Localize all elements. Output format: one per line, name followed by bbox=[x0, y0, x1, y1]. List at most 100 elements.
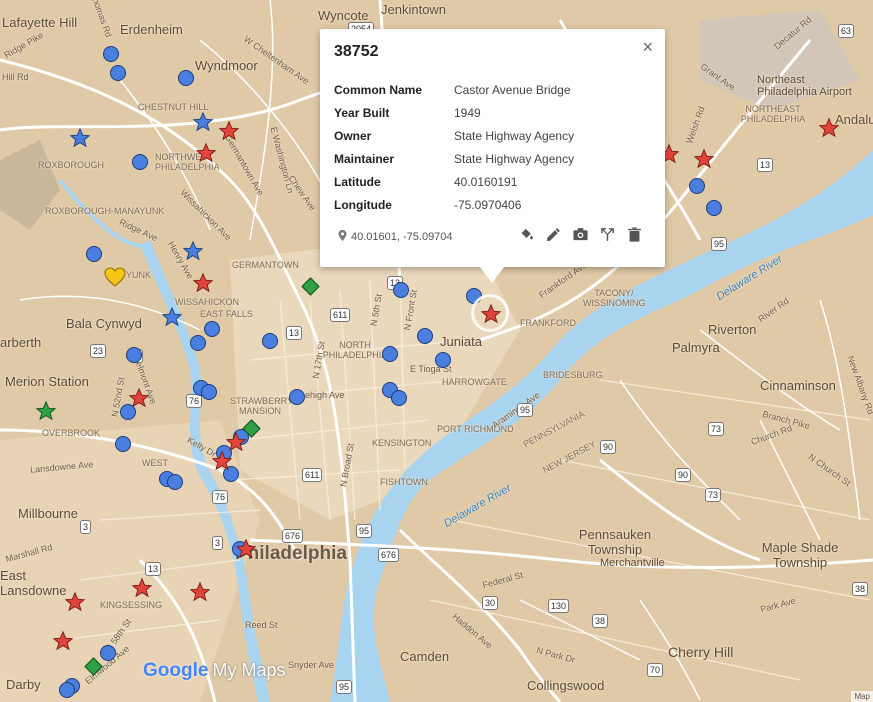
map-marker-red-star[interactable] bbox=[818, 117, 840, 139]
detail-key: Year Built bbox=[334, 106, 390, 120]
shield-95-d: 95 bbox=[336, 680, 353, 694]
shield-13-sw: 13 bbox=[145, 562, 162, 576]
pencil-icon[interactable] bbox=[545, 226, 562, 243]
camera-icon[interactable] bbox=[572, 226, 589, 243]
map-marker-red-star[interactable] bbox=[235, 538, 257, 560]
trash-icon[interactable] bbox=[626, 226, 643, 243]
map-marker-blue[interactable] bbox=[103, 46, 119, 62]
map-marker-blue[interactable] bbox=[178, 70, 194, 86]
detail-row-owner: Owner State Highway Agency bbox=[334, 129, 574, 152]
shield-90-a: 90 bbox=[600, 440, 617, 454]
detail-value: State Highway Agency bbox=[454, 152, 575, 166]
close-icon[interactable]: × bbox=[642, 37, 653, 58]
map-marker-blue[interactable] bbox=[190, 335, 206, 351]
detail-value: State Highway Agency bbox=[454, 129, 575, 143]
shield-63: 63 bbox=[838, 24, 855, 38]
map-marker-red-star[interactable] bbox=[192, 272, 214, 294]
map-marker-blue-star[interactable] bbox=[69, 127, 91, 149]
map-marker-blue[interactable] bbox=[417, 328, 433, 344]
coordinates-link[interactable]: 40.01601, -75.09704 bbox=[338, 230, 453, 243]
map-marker-red-star[interactable] bbox=[64, 591, 86, 613]
detail-key: Common Name bbox=[334, 83, 423, 97]
detail-key: Latitude bbox=[334, 175, 381, 189]
detail-row-maintainer: Maintainer State Highway Agency bbox=[334, 152, 574, 175]
info-window-title: 38752 bbox=[334, 43, 379, 60]
info-window-details: Common Name Castor Avenue Bridge Year Bui… bbox=[334, 83, 574, 221]
detail-key: Maintainer bbox=[334, 152, 395, 166]
shield-95-c: 95 bbox=[711, 237, 728, 251]
detail-value: 40.0160191 bbox=[454, 175, 518, 189]
map-attribution[interactable]: Map bbox=[851, 691, 873, 702]
map-marker-red-star[interactable] bbox=[211, 450, 233, 472]
map-marker-red-star[interactable] bbox=[128, 387, 150, 409]
detail-row-longitude: Longitude -75.0970406 bbox=[334, 198, 574, 221]
google-my-maps-logo: Google My Maps bbox=[143, 660, 285, 682]
detail-value: 1949 bbox=[454, 106, 481, 120]
map-marker-blue[interactable] bbox=[435, 352, 451, 368]
shield-13-mid: 13 bbox=[286, 326, 303, 340]
shield-95-b: 95 bbox=[517, 403, 534, 417]
detail-row-common-name: Common Name Castor Avenue Bridge bbox=[334, 83, 574, 106]
detail-row-year-built: Year Built 1949 bbox=[334, 106, 574, 129]
detail-row-latitude: Latitude 40.0160191 bbox=[334, 175, 574, 198]
shield-30: 30 bbox=[482, 596, 499, 610]
map-marker-blue[interactable] bbox=[706, 200, 722, 216]
shield-611-b: 611 bbox=[302, 468, 323, 482]
shield-38-a: 38 bbox=[592, 614, 609, 628]
detail-value: -75.0970406 bbox=[454, 198, 522, 212]
info-window: 38752 × Common Name Castor Avenue Bridge … bbox=[320, 29, 665, 283]
shield-676-a: 676 bbox=[282, 529, 304, 543]
map-marker-red-star[interactable] bbox=[52, 630, 74, 652]
map-marker-blue[interactable] bbox=[201, 384, 217, 400]
map-marker-blue[interactable] bbox=[391, 390, 407, 406]
map-marker-blue-star[interactable] bbox=[161, 306, 183, 328]
info-window-toolbar bbox=[518, 226, 643, 243]
shield-90-b: 90 bbox=[675, 468, 692, 482]
shield-73-b: 73 bbox=[705, 488, 722, 502]
map-marker-red-star[interactable] bbox=[693, 148, 715, 170]
shield-76-b: 76 bbox=[212, 490, 229, 504]
shield-95-a: 95 bbox=[356, 524, 373, 538]
map-marker-blue[interactable] bbox=[393, 282, 409, 298]
coordinates-text: 40.01601, -75.09704 bbox=[351, 231, 453, 243]
detail-key: Owner bbox=[334, 129, 372, 143]
shield-13-ne: 13 bbox=[757, 158, 774, 172]
shield-73-a: 73 bbox=[708, 422, 725, 436]
map-marker-red-star[interactable] bbox=[131, 577, 153, 599]
map-marker-red-star[interactable] bbox=[195, 142, 217, 164]
map-marker-blue[interactable] bbox=[262, 333, 278, 349]
map-marker-red-star[interactable] bbox=[218, 120, 240, 142]
paint-bucket-icon[interactable] bbox=[518, 226, 535, 243]
map-marker-blue[interactable] bbox=[204, 321, 220, 337]
map-marker-blue[interactable] bbox=[382, 346, 398, 362]
map-marker-red-star[interactable] bbox=[189, 581, 211, 603]
directions-icon[interactable] bbox=[599, 226, 616, 243]
map-marker-blue[interactable] bbox=[126, 347, 142, 363]
selected-map-marker-red-star[interactable] bbox=[480, 303, 502, 325]
map-marker-blue[interactable] bbox=[59, 682, 75, 698]
my-maps-text: My Maps bbox=[212, 660, 286, 680]
map-marker-blue[interactable] bbox=[115, 436, 131, 452]
shield-130: 130 bbox=[548, 599, 570, 613]
shield-70: 70 bbox=[647, 663, 664, 677]
map-marker-blue[interactable] bbox=[100, 645, 116, 661]
detail-key: Longitude bbox=[334, 198, 392, 212]
shield-38-b: 38 bbox=[852, 582, 869, 596]
map-marker-blue[interactable] bbox=[289, 389, 305, 405]
shield-676-b: 676 bbox=[378, 548, 400, 562]
map-marker-blue[interactable] bbox=[132, 154, 148, 170]
map-marker-blue[interactable] bbox=[86, 246, 102, 262]
map-marker-blue[interactable] bbox=[689, 178, 705, 194]
shield-23: 23 bbox=[90, 344, 107, 358]
map-marker-yellow-heart[interactable] bbox=[103, 265, 127, 289]
shield-3-a: 3 bbox=[80, 520, 92, 534]
map-marker-blue[interactable] bbox=[167, 474, 183, 490]
map-marker-blue-star[interactable] bbox=[182, 240, 204, 262]
map-marker-blue-star[interactable] bbox=[192, 111, 214, 133]
detail-value: Castor Avenue Bridge bbox=[454, 83, 571, 97]
map-marker-blue[interactable] bbox=[110, 65, 126, 81]
shield-76-a: 76 bbox=[186, 394, 203, 408]
google-logo-text: Google bbox=[143, 660, 209, 681]
map-marker-green-star[interactable] bbox=[35, 400, 57, 422]
shield-3-b: 3 bbox=[212, 536, 224, 550]
